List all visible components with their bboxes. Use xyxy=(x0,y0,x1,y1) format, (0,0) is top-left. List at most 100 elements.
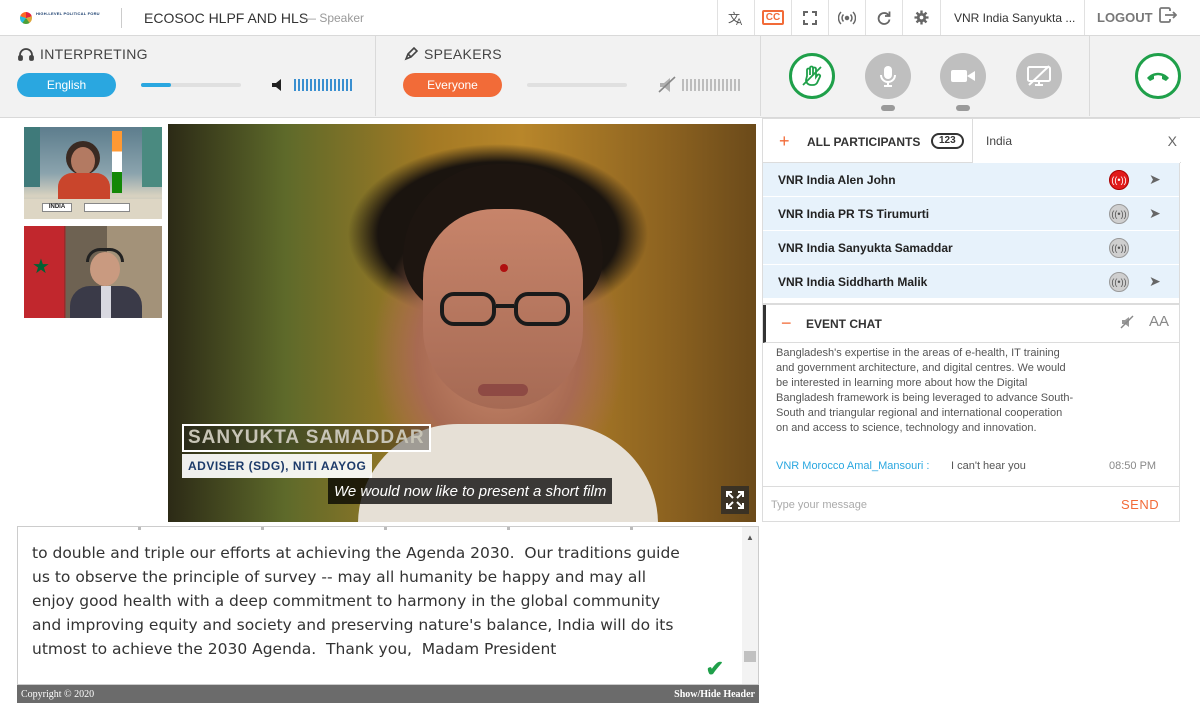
bindi xyxy=(500,264,508,272)
speaker-muted-icon[interactable] xyxy=(658,76,678,99)
send-button[interactable]: SEND xyxy=(1121,497,1159,512)
sdg-wheel-icon xyxy=(20,12,32,24)
expand-icon xyxy=(726,491,744,509)
logout-icon xyxy=(1158,7,1177,28)
hand-icon xyxy=(802,65,822,86)
control-divider xyxy=(1089,36,1090,116)
logout-button[interactable]: LOGOUT xyxy=(1084,0,1200,35)
speaker-volume-icon[interactable] xyxy=(271,78,287,97)
clipped-text-line xyxy=(18,527,742,530)
collapse-minus-icon[interactable]: − xyxy=(781,313,792,334)
chat-header: − EVENT CHAT AA xyxy=(763,305,1179,343)
participant-row[interactable]: VNR India Siddharth Malik ((•)) ➤ xyxy=(763,265,1179,299)
checkmark-icon: ✔ xyxy=(705,656,724,681)
refresh-icon[interactable] xyxy=(865,0,902,35)
speaker-mouth xyxy=(478,384,528,396)
interpreting-volume-fill xyxy=(141,83,171,87)
control-divider xyxy=(375,36,376,116)
headset-icon xyxy=(86,248,124,262)
speaker-shirt xyxy=(101,286,111,318)
expand-plus-icon[interactable]: + xyxy=(779,131,790,152)
app-header: HIGH-LEVEL POLITICAL FORUM ON SUSTAINABL… xyxy=(0,0,1200,36)
send-message-icon[interactable]: ➤ xyxy=(1149,273,1161,290)
participant-search-input[interactable] xyxy=(972,119,1180,163)
expand-video-button[interactable] xyxy=(721,486,749,514)
participants-header: + ALL PARTICIPANTS 123 X xyxy=(763,119,1181,163)
broadcast-icon[interactable]: ((•)) xyxy=(1109,204,1129,224)
mute-notifications-icon[interactable] xyxy=(1120,315,1134,332)
chat-message-input[interactable] xyxy=(771,496,1091,514)
send-message-icon[interactable]: ➤ xyxy=(1149,171,1161,188)
chat-message-sender: VNR Morocco Amal_Mansouri : xyxy=(776,460,930,472)
cc-icon: CC xyxy=(761,10,785,25)
participant-name: VNR India Alen John xyxy=(778,173,896,187)
translate-icon[interactable]: 文A xyxy=(717,0,754,35)
clear-search-button[interactable]: X xyxy=(1168,133,1177,149)
broadcast-icon[interactable] xyxy=(828,0,865,35)
participant-name: VNR India Siddharth Malik xyxy=(778,275,928,289)
live-broadcast-icon[interactable]: ((•)) xyxy=(1109,170,1129,190)
camera-icon xyxy=(951,70,975,82)
speakers-volume-slider[interactable] xyxy=(527,83,627,87)
participant-count-badge: 123 xyxy=(931,133,964,149)
chat-title: EVENT CHAT xyxy=(806,317,882,331)
send-message-icon[interactable]: ➤ xyxy=(1149,205,1161,222)
event-chat-panel: − EVENT CHAT AA Bangladesh's expertise i… xyxy=(762,304,1180,522)
control-divider xyxy=(760,36,761,116)
phone-hangup-icon xyxy=(1147,72,1169,81)
participant-thumbnail-india[interactable]: INDIA xyxy=(24,127,162,219)
participant-name: VNR India PR TS Tirumurti xyxy=(778,207,930,221)
speaker-role-overlay: ADVISER (SDG), NITI AAYOG xyxy=(182,454,373,478)
main-video[interactable]: SANYUKTA SAMADDAR ADVISER (SDG), NITI AA… xyxy=(168,124,756,522)
broadcast-icon[interactable]: ((•)) xyxy=(1109,272,1129,292)
participant-row[interactable]: VNR India PR TS Tirumurti ((•)) ➤ xyxy=(763,197,1179,231)
font-size-icon[interactable]: AA xyxy=(1149,313,1169,330)
participant-row[interactable]: VNR India Alen John ((•)) ➤ xyxy=(763,163,1179,197)
language-select[interactable]: English xyxy=(17,73,116,97)
interpreting-title: INTERPRETING xyxy=(40,46,148,62)
scroll-up-arrow[interactable]: ▲ xyxy=(746,533,754,542)
captions-scrollbar[interactable]: ▲ xyxy=(742,527,758,684)
control-bar: INTERPRETING English SPEAKERS Everyone xyxy=(0,36,1200,118)
morocco-flag: ★ xyxy=(24,226,64,318)
logout-label: LOGOUT xyxy=(1097,10,1153,25)
interpreting-volume-slider[interactable] xyxy=(141,83,241,87)
chat-message-body: Bangladesh's expertise in the areas of e… xyxy=(776,347,1074,434)
live-captions-panel[interactable]: to double and triple our efforts at achi… xyxy=(17,526,759,685)
audience-select[interactable]: Everyone xyxy=(403,73,502,97)
show-hide-header-link[interactable]: Show/Hide Header xyxy=(674,689,755,700)
scrollbar-thumb[interactable] xyxy=(744,651,756,662)
backdrop-panel xyxy=(24,127,40,187)
end-call-button[interactable] xyxy=(1135,53,1181,99)
camera-options-toggle[interactable] xyxy=(956,105,970,111)
closed-captions-button[interactable]: CC xyxy=(754,0,791,35)
broadcast-icon[interactable]: ((•)) xyxy=(1109,238,1129,258)
header-divider xyxy=(121,8,122,28)
video-subtitle: We would now like to present a short fil… xyxy=(328,478,613,504)
hlpf-logo: HIGH-LEVEL POLITICAL FORUM ON SUSTAINABL… xyxy=(20,9,100,27)
speakers-level-meter xyxy=(682,79,740,91)
glasses-right-lens xyxy=(514,292,570,326)
participants-title: ALL PARTICIPANTS xyxy=(807,135,921,149)
microphone-options-toggle[interactable] xyxy=(881,105,895,111)
speaker-attire xyxy=(58,173,110,201)
raise-hand-button[interactable] xyxy=(789,53,835,99)
microphone-button[interactable] xyxy=(865,53,911,111)
headphones-icon xyxy=(18,48,34,61)
fullscreen-icon[interactable] xyxy=(791,0,828,35)
speakers-title: SPEAKERS xyxy=(424,46,502,62)
participant-name: VNR India Sanyukta Samaddar xyxy=(778,241,953,255)
interpreting-heading: INTERPRETING xyxy=(18,46,148,62)
chat-message-time: 08:50 PM xyxy=(1109,460,1157,472)
gear-icon[interactable] xyxy=(902,0,939,35)
current-user-name[interactable]: VNR India Sanyukta ... xyxy=(940,0,1084,35)
microphone-icon xyxy=(880,66,896,87)
screen-share-button[interactable] xyxy=(1016,53,1062,99)
star-icon: ★ xyxy=(32,256,50,278)
backdrop-panel xyxy=(142,127,162,187)
chat-message-text: I can't hear you xyxy=(951,460,1026,472)
camera-button[interactable] xyxy=(940,53,986,111)
participant-row[interactable]: VNR India Sanyukta Samaddar ((•)) xyxy=(763,231,1179,265)
participant-thumbnail-morocco[interactable]: ★ xyxy=(24,226,162,318)
speakers-heading: SPEAKERS xyxy=(404,46,502,62)
